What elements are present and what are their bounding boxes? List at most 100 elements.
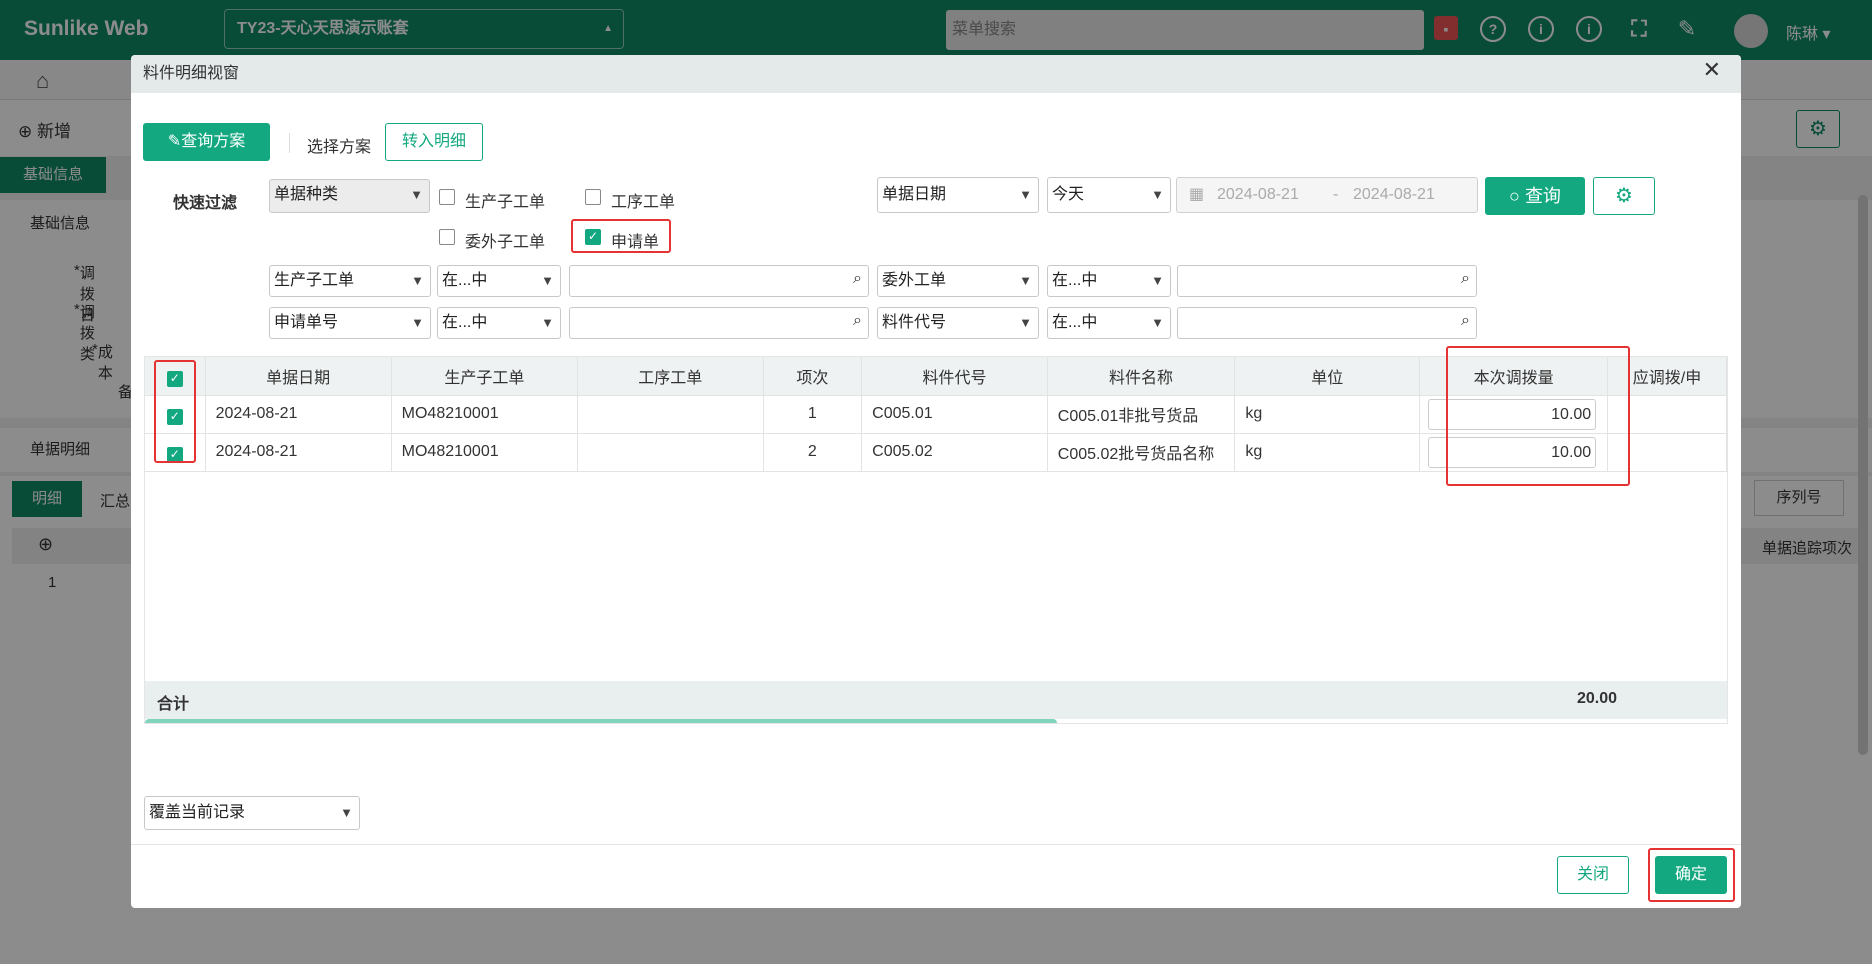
quick-filter-label: 快速过滤: [173, 195, 238, 212]
chevron-down-icon: ▼: [1151, 187, 1164, 202]
cell-item-name: C005.02批号货品名称: [1047, 433, 1236, 472]
filter-op-select[interactable]: 在...中 ▼: [1047, 307, 1171, 339]
filter-field-value: 申请单号: [274, 314, 339, 331]
date-field-value: 单据日期: [882, 186, 947, 203]
cell-seq: 1: [763, 395, 863, 434]
dialog-title: 料件明细视窗: [131, 55, 1741, 93]
cell-process-order: [577, 433, 764, 472]
total-qty: 20.00: [1577, 690, 1618, 707]
checkbox-label: 委外子工单: [465, 234, 546, 251]
query-label: 查询: [1524, 186, 1561, 206]
cell-unit: kg: [1234, 395, 1421, 434]
checkbox-label: 生产子工单: [465, 194, 546, 211]
search-icon[interactable]: ⌕: [1461, 312, 1470, 330]
filter-op-value: 在...中: [1052, 314, 1098, 331]
checkbox-production-suborder[interactable]: [439, 189, 455, 205]
divider: [289, 133, 290, 153]
cell-production-order: MO48210001: [391, 395, 579, 434]
filter-op-select[interactable]: 在...中 ▼: [1047, 265, 1171, 297]
doc-type-select[interactable]: 单据种类 ▼: [269, 179, 430, 213]
item-detail-dialog: 料件明细视窗 ✕ ✎查询方案 选择方案 转入明细 快速过滤 单据种类 ▼ 生产子工…: [131, 55, 1741, 908]
filter-field-select[interactable]: 委外工单 ▼: [877, 265, 1039, 297]
query-button[interactable]: ○ 查询: [1485, 177, 1585, 215]
cell-seq: 2: [763, 433, 863, 472]
highlight-box: [154, 360, 196, 463]
chevron-down-icon: ▼: [1019, 273, 1032, 288]
filter-value-input[interactable]: ⌕: [569, 307, 869, 339]
filter-field-select[interactable]: 申请单号 ▼: [269, 307, 431, 339]
column-header[interactable]: 料件代号: [861, 357, 1048, 396]
select-scheme-label[interactable]: 选择方案: [307, 133, 371, 157]
date-to: 2024-08-21: [1353, 186, 1435, 203]
cell-item-code: C005.01: [861, 395, 1048, 434]
cell-production-order: MO48210001: [391, 433, 579, 472]
footer-divider: [131, 844, 1741, 845]
total-row: 合计 20.00: [145, 681, 1727, 719]
column-header[interactable]: 生产子工单: [391, 357, 579, 396]
transfer-to-detail-button[interactable]: 转入明细: [385, 123, 483, 161]
chevron-down-icon: ▼: [1019, 187, 1032, 202]
chevron-down-icon: ▼: [541, 273, 554, 288]
chevron-down-icon: ▼: [340, 805, 353, 820]
cell-unit: kg: [1234, 433, 1421, 472]
chevron-down-icon: ▼: [1151, 315, 1164, 330]
filter-field-value: 生产子工单: [274, 272, 355, 289]
date-range-picker[interactable]: ▦ 2024-08-21 - 2024-08-21: [1176, 177, 1478, 213]
filter-field-value: 料件代号: [882, 314, 947, 331]
doc-type-value: 单据种类: [274, 186, 339, 203]
search-icon: ○: [1509, 186, 1520, 206]
filter-op-select[interactable]: 在...中 ▼: [437, 265, 561, 297]
close-icon[interactable]: ✕: [1703, 57, 1721, 83]
checkbox-outsourced-suborder[interactable]: [439, 229, 455, 245]
total-label: 合计: [157, 696, 190, 713]
horizontal-scrollbar[interactable]: [145, 719, 1057, 723]
cell-process-order: [577, 395, 764, 434]
close-button[interactable]: 关闭: [1557, 856, 1629, 894]
column-header[interactable]: 单位: [1234, 357, 1421, 396]
date-preset-select[interactable]: 今天 ▼: [1047, 177, 1171, 213]
chevron-down-icon: ▼: [1019, 315, 1032, 330]
dialog-title-text: 料件明细视窗: [143, 65, 240, 82]
filter-op-value: 在...中: [442, 314, 488, 331]
chevron-down-icon: ▼: [410, 187, 423, 202]
search-icon[interactable]: ⌕: [1461, 270, 1470, 288]
chevron-down-icon: ▼: [411, 315, 424, 330]
date-preset-value: 今天: [1052, 186, 1085, 203]
checkbox-process-order[interactable]: [585, 189, 601, 205]
highlight-box: [1648, 848, 1735, 902]
column-header[interactable]: 料件名称: [1047, 357, 1236, 396]
date-from: 2024-08-21: [1217, 186, 1299, 203]
filter-op-select[interactable]: 在...中 ▼: [437, 307, 561, 339]
filter-field-value: 委外工单: [882, 272, 947, 289]
chevron-down-icon: ▼: [1151, 273, 1164, 288]
filter-value-input[interactable]: ⌕: [1177, 265, 1477, 297]
highlight-box: [1446, 346, 1630, 486]
cell-item-code: C005.02: [861, 433, 1048, 472]
query-settings-gear-icon[interactable]: ⚙: [1593, 177, 1655, 215]
record-mode-value: 覆盖当前记录: [149, 804, 246, 821]
cell-item-name: C005.01非批号货品: [1047, 395, 1236, 434]
date-field-select[interactable]: 单据日期 ▼: [877, 177, 1039, 213]
chevron-down-icon: ▼: [411, 273, 424, 288]
cell-date: 2024-08-21: [205, 395, 392, 434]
filter-value-input[interactable]: ⌕: [1177, 307, 1477, 339]
cell-date: 2024-08-21: [205, 433, 392, 472]
date-separator: -: [1333, 186, 1339, 203]
calendar-icon: ▦: [1189, 186, 1205, 203]
search-icon[interactable]: ⌕: [853, 312, 862, 330]
filter-op-value: 在...中: [1052, 272, 1098, 289]
record-mode-select[interactable]: 覆盖当前记录 ▼: [144, 796, 360, 830]
filter-op-value: 在...中: [442, 272, 488, 289]
query-scheme-button[interactable]: ✎查询方案: [143, 123, 270, 161]
query-scheme-label: 查询方案: [181, 133, 246, 150]
column-header[interactable]: 单据日期: [205, 357, 392, 396]
column-header[interactable]: 项次: [763, 357, 863, 396]
checkbox-label: 工序工单: [611, 194, 676, 211]
filter-field-select[interactable]: 料件代号 ▼: [877, 307, 1039, 339]
filter-field-select[interactable]: 生产子工单 ▼: [269, 265, 431, 297]
highlight-box: [571, 219, 671, 253]
filter-value-input[interactable]: ⌕: [569, 265, 869, 297]
search-icon[interactable]: ⌕: [853, 270, 862, 288]
chevron-down-icon: ▼: [541, 315, 554, 330]
column-header[interactable]: 工序工单: [577, 357, 764, 396]
